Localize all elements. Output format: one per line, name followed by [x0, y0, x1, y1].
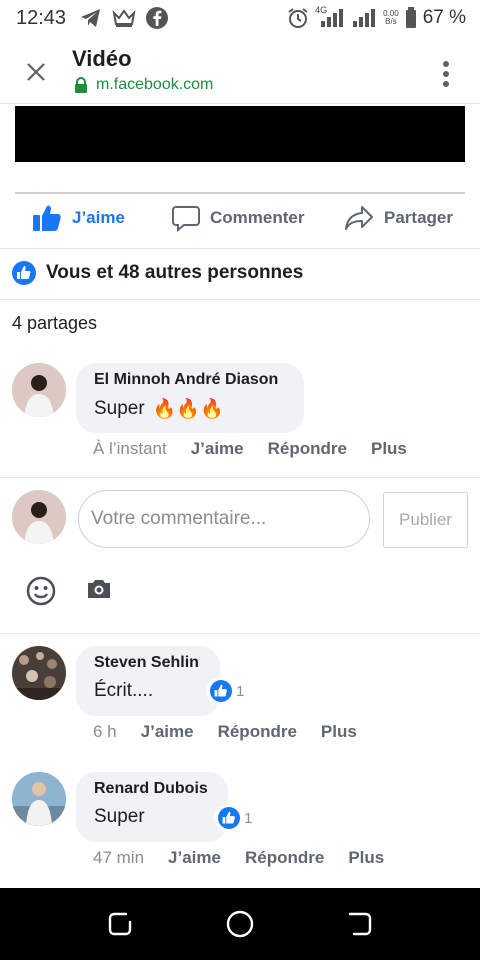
back-icon[interactable]	[346, 910, 374, 938]
close-icon[interactable]	[24, 60, 48, 84]
divider	[0, 248, 480, 249]
comment-like-link[interactable]: J’aime	[168, 848, 221, 868]
like-button[interactable]: J’aime	[32, 204, 125, 232]
thumbs-up-icon	[33, 205, 61, 231]
reaction-count: 1	[236, 682, 245, 700]
comment-author[interactable]: Renard Dubois	[94, 780, 210, 798]
user-avatar-icon	[12, 772, 66, 826]
divider	[0, 633, 480, 634]
status-bar: 12:43 4G 0.00 B/s 67 %	[0, 0, 480, 36]
url-text: m.facebook.com	[96, 76, 214, 93]
more-options-icon[interactable]	[442, 60, 450, 88]
comment-text: Super	[94, 398, 145, 419]
comment-meta: 6 h J’aime Répondre Plus	[93, 722, 357, 742]
comment-more-link[interactable]: Plus	[321, 722, 357, 742]
comment-time: À l’instant	[93, 439, 167, 458]
comment-reaction-badge[interactable]: 1	[206, 678, 249, 704]
smiley-icon[interactable]	[26, 576, 56, 606]
telegram-icon	[81, 9, 101, 27]
share-arrow-icon	[345, 206, 373, 230]
comment-more-link[interactable]: Plus	[371, 439, 407, 459]
comment-more-link[interactable]: Plus	[348, 848, 384, 868]
comment-meta: 47 min J’aime Répondre Plus	[93, 848, 384, 868]
divider	[0, 477, 480, 478]
fire-emoji: 🔥🔥🔥	[152, 399, 224, 420]
comment-label: Commenter	[210, 208, 305, 227]
comment-like-link[interactable]: J’aime	[191, 439, 244, 459]
post-actions: J’aime Commenter Partager	[0, 196, 480, 248]
alarm-icon	[288, 8, 308, 28]
reaction-count: 1	[244, 809, 253, 827]
user-avatar-icon	[12, 363, 66, 417]
comment-reaction-badge[interactable]: 1	[214, 805, 257, 831]
video-player[interactable]	[15, 106, 465, 162]
comment-bubble: El Minnoh André Diason Super 🔥🔥🔥	[76, 363, 304, 433]
reactions-summary[interactable]: Vous et 48 autres personnes	[12, 261, 303, 285]
comment-like-link[interactable]: J’aime	[141, 722, 194, 742]
facebook-icon	[146, 7, 169, 29]
comment-meta: À l’instant J’aime Répondre Plus	[93, 439, 407, 459]
share-label: Partager	[384, 208, 453, 227]
avatar	[12, 490, 66, 544]
signal-icon-2	[353, 9, 376, 27]
signal-icon	[321, 9, 344, 27]
divider	[15, 192, 465, 194]
divider	[0, 299, 480, 300]
comment-button[interactable]: Commenter	[172, 204, 304, 232]
like-reaction-icon	[210, 680, 232, 702]
lock-icon	[75, 77, 87, 93]
reactions-text: Vous et 48 autres personnes	[46, 262, 304, 283]
page-title: Vidéo	[72, 46, 132, 71]
browser-header: Vidéo m.facebook.com	[0, 36, 480, 104]
comment-input-wrapper	[78, 490, 370, 548]
avatar[interactable]	[12, 772, 66, 826]
camera-icon[interactable]	[86, 578, 112, 600]
crown-app-icon	[112, 9, 136, 27]
home-icon[interactable]	[226, 910, 254, 938]
shares-count[interactable]: 4 partages	[12, 313, 97, 334]
like-reaction-icon	[12, 261, 36, 285]
comment-text: Écrit....	[94, 680, 154, 701]
publish-button[interactable]: Publier	[383, 492, 468, 548]
share-button[interactable]: Partager	[344, 204, 453, 232]
comment-text: Super	[94, 806, 145, 827]
like-reaction-icon	[218, 807, 240, 829]
comment-time: 6 h	[93, 722, 117, 741]
comment-reply-link[interactable]: Répondre	[218, 722, 297, 742]
status-time: 12:43	[16, 6, 67, 29]
comment-author[interactable]: Steven Sehlin	[94, 654, 202, 672]
comment-author[interactable]: El Minnoh André Diason	[94, 371, 286, 389]
like-label: J’aime	[72, 208, 125, 227]
avatar[interactable]	[12, 363, 66, 417]
comment-bubble-icon	[172, 206, 200, 232]
user-avatar-icon	[12, 646, 66, 700]
recent-apps-icon[interactable]	[106, 910, 134, 938]
url-bar[interactable]: m.facebook.com	[74, 76, 213, 94]
data-speed: 0.00 B/s	[383, 9, 399, 26]
comment-time: 47 min	[93, 848, 145, 867]
comment-input[interactable]	[91, 508, 361, 530]
comment-bubble: Renard Dubois Super	[76, 772, 228, 842]
avatar[interactable]	[12, 646, 66, 700]
system-navigation-bar	[0, 888, 480, 960]
comment-reply-link[interactable]: Répondre	[245, 848, 324, 868]
battery-icon	[405, 7, 416, 28]
user-avatar-icon	[12, 490, 66, 544]
comment-bubble: Steven Sehlin Écrit....	[76, 646, 220, 716]
battery-level: 67 %	[422, 7, 466, 28]
comment-reply-link[interactable]: Répondre	[268, 439, 347, 459]
